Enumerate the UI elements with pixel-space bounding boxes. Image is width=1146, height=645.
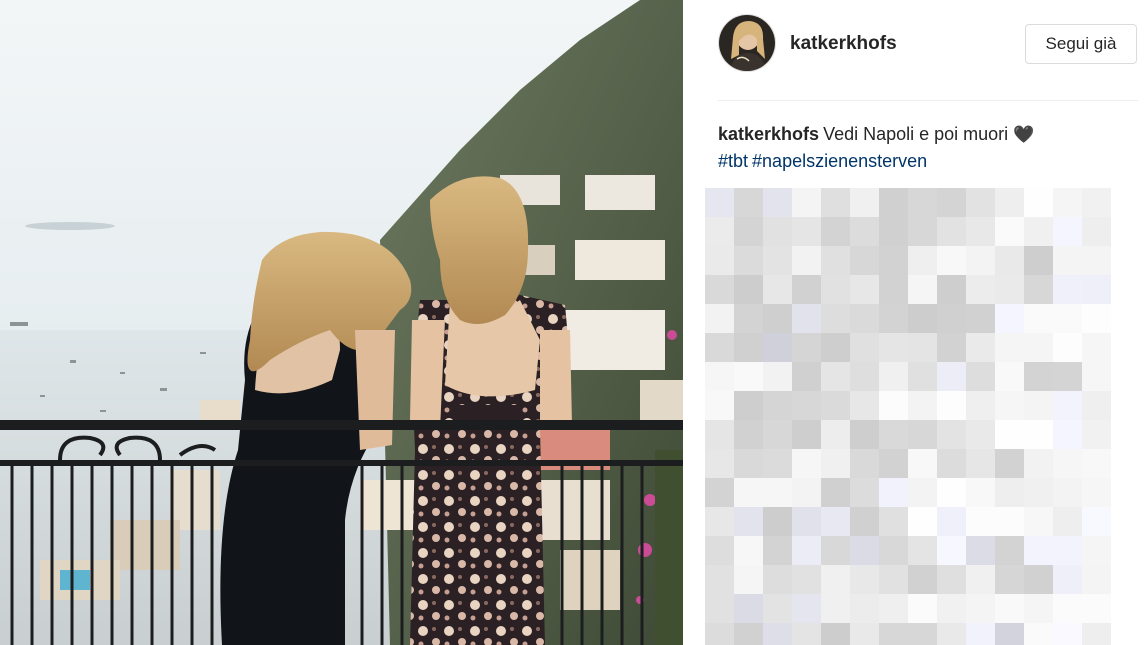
header-divider [718, 100, 1138, 101]
post-photo[interactable] [0, 0, 683, 645]
caption-text: Vedi Napoli e poi muori [823, 124, 1009, 144]
post-sidebar: katkerkhofs Segui già katkerkhofs Vedi Na… [683, 0, 1146, 645]
caption-username[interactable]: katkerkhofs [718, 124, 819, 144]
post-header: katkerkhofs Segui già [683, 0, 1146, 100]
comments-pixelated [705, 188, 1125, 645]
photo-scene [0, 0, 683, 645]
post-caption: katkerkhofs Vedi Napoli e poi muori 🖤 #tb… [718, 121, 1138, 175]
post-author-username[interactable]: katkerkhofs [790, 33, 897, 55]
hashtags: #tbt #napelszienensterven [718, 148, 1138, 175]
hashtag-link[interactable]: #tbt [718, 151, 748, 171]
hashtag-link[interactable]: #napelszienensterven [752, 151, 927, 171]
following-button[interactable]: Segui già [1025, 24, 1137, 64]
black-heart-icon: 🖤 [1013, 125, 1035, 144]
avatar[interactable] [718, 14, 776, 72]
pixelated-block [705, 188, 1111, 645]
